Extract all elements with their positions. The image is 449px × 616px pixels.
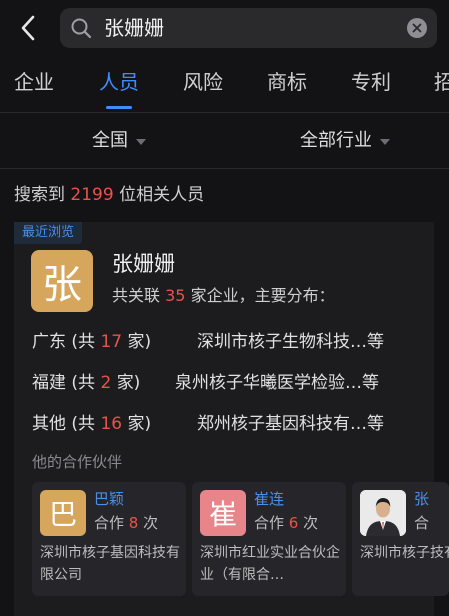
assoc-prefix: 共关联 xyxy=(112,286,161,305)
dist-company: 郑州核子基因科技有…等 xyxy=(197,414,384,434)
dist-post: 家) xyxy=(116,373,141,393)
coop-pre: 合作 xyxy=(254,514,285,532)
partner-coop: 合作 6 次 xyxy=(254,513,318,533)
partner-name[interactable]: 崔连 xyxy=(254,489,284,509)
caret-down-icon xyxy=(136,139,146,145)
caret-down-icon xyxy=(380,139,390,145)
dist-company: 泉州核子华曦医学检验…等 xyxy=(175,373,379,393)
partner-name[interactable]: 巴颖 xyxy=(94,489,124,509)
tab-people[interactable]: 人员 xyxy=(99,68,139,96)
distribution-row[interactable]: 广东 (共 17 家) 深圳市核子生物科技…等 xyxy=(32,330,422,354)
tab-risk[interactable]: 风险 xyxy=(183,68,223,96)
back-button[interactable] xyxy=(10,8,46,48)
partner-card[interactable]: 张 合 深圳市核子技有限公 xyxy=(352,482,449,596)
dist-company: 深圳市核子生物科技…等 xyxy=(197,332,384,352)
dist-pre: (共 xyxy=(71,332,96,352)
person-avatar: 张 xyxy=(31,250,93,312)
coop-pre: 合 xyxy=(414,514,430,532)
dist-post: 家) xyxy=(127,414,152,434)
assoc-suffix: 家企业，主要分布： xyxy=(190,286,335,305)
distribution-row[interactable]: 福建 (共 2 家) 泉州核子华曦医学检验…等 xyxy=(32,371,422,395)
tab-patent[interactable]: 专利 xyxy=(351,68,391,96)
search-input[interactable]: 张姗姗 xyxy=(104,15,164,41)
close-icon xyxy=(412,23,422,33)
result-count: 搜索到 2199 位相关人员 xyxy=(14,183,204,207)
partner-name[interactable]: 张 xyxy=(414,489,429,509)
category-tabs: 企业 人员 风险 商标 专利 招 xyxy=(0,58,449,112)
divider xyxy=(0,112,449,113)
partners-title: 他的合作伙伴 xyxy=(32,453,123,471)
search-box[interactable]: 张姗姗 xyxy=(60,8,437,48)
dist-region: 其他 xyxy=(32,414,66,434)
result-suffix: 位相关人员 xyxy=(119,185,205,205)
active-tab-indicator xyxy=(106,106,132,109)
dist-pre: (共 xyxy=(71,414,96,434)
association-summary: 共关联 35 家企业，主要分布： xyxy=(112,285,335,307)
distribution-row[interactable]: 其他 (共 16 家) 郑州核子基因科技有…等 xyxy=(32,412,422,436)
partner-avatar: 巴 xyxy=(40,490,86,536)
dist-pre: (共 xyxy=(71,373,96,393)
assoc-count: 35 xyxy=(165,286,186,305)
coop-post: 次 xyxy=(143,514,159,532)
top-bar: 张姗姗 xyxy=(0,0,449,58)
partner-card[interactable]: 巴 巴颖 合作 8 次 深圳市核子基因科技有限公司 xyxy=(32,482,186,596)
result-prefix: 搜索到 xyxy=(14,185,65,205)
tab-recruit[interactable]: 招 xyxy=(434,68,449,96)
clear-button[interactable] xyxy=(407,18,427,38)
dist-count: 16 xyxy=(100,414,123,434)
person-name[interactable]: 张姗姗 xyxy=(112,250,175,278)
dist-region: 福建 xyxy=(32,373,66,393)
tab-trademark[interactable]: 商标 xyxy=(267,68,307,96)
partner-photo xyxy=(360,490,406,536)
dist-post: 家) xyxy=(127,332,152,352)
industry-filter-label: 全部行业 xyxy=(300,130,372,151)
industry-filter[interactable]: 全部行业 xyxy=(300,128,390,154)
partner-company: 深圳市核子基因科技有限公司 xyxy=(40,545,180,583)
tab-company[interactable]: 企业 xyxy=(14,68,54,96)
partner-coop: 合作 8 次 xyxy=(94,513,158,533)
partner-coop: 合 xyxy=(414,513,429,533)
person-photo-icon xyxy=(360,490,406,536)
coop-pre: 合作 xyxy=(94,514,125,532)
region-filter[interactable]: 全国 xyxy=(92,128,146,154)
partner-company: 深圳市红业实业合伙企业（有限合… xyxy=(200,545,340,583)
chevron-left-icon xyxy=(21,15,35,41)
divider xyxy=(0,168,449,169)
region-filter-label: 全国 xyxy=(92,130,128,151)
dist-region: 广东 xyxy=(32,332,66,352)
partner-card[interactable]: 崔 崔连 合作 6 次 深圳市红业实业合伙企业（有限合… xyxy=(192,482,346,596)
search-icon xyxy=(71,18,92,39)
coop-count: 8 xyxy=(128,514,139,532)
recent-badge: 最近浏览 xyxy=(14,222,83,244)
partner-avatar: 崔 xyxy=(200,490,246,536)
dist-count: 17 xyxy=(100,332,123,352)
coop-count: 6 xyxy=(288,514,299,532)
dist-count: 2 xyxy=(100,373,112,393)
result-number: 2199 xyxy=(70,185,114,205)
partner-company: 深圳市核子技有限公 xyxy=(360,545,449,561)
coop-post: 次 xyxy=(303,514,319,532)
